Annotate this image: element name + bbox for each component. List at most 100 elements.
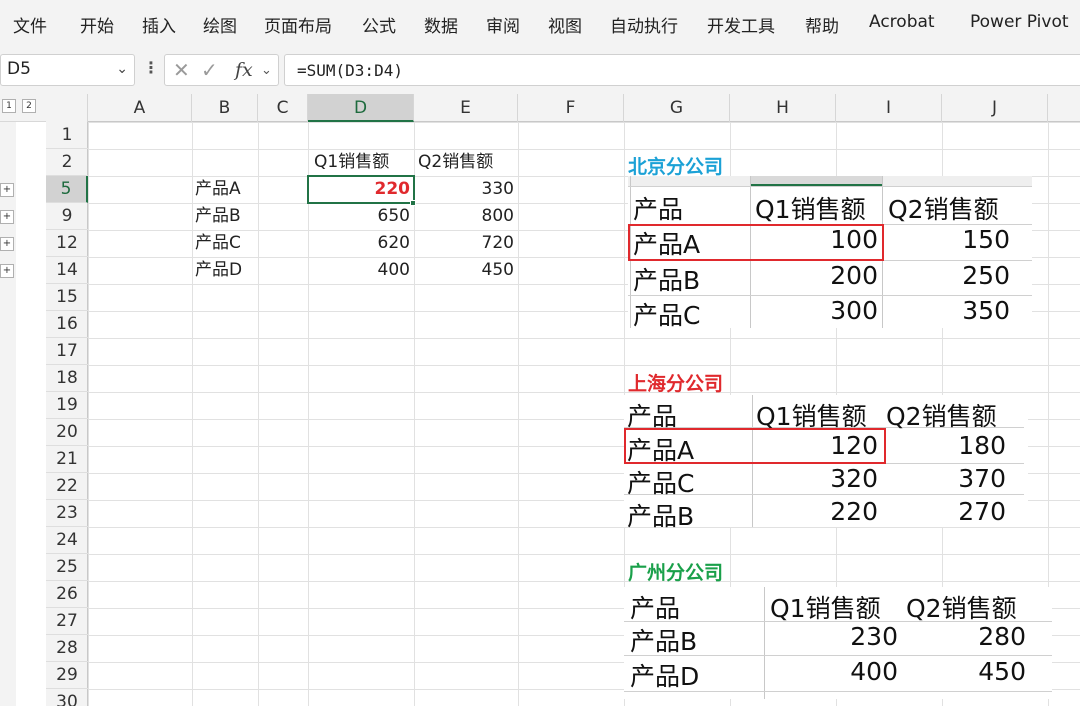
cell-grid[interactable]: Q1销售额 Q2销售额 产品A 220 330 产品B 650 800 产品C …: [88, 122, 1080, 706]
q2-sum-cell[interactable]: 330: [414, 176, 518, 203]
formula-input[interactable]: =SUM(D3:D4): [284, 54, 1080, 86]
q2-sum-cell[interactable]: 720: [414, 230, 518, 257]
column-header[interactable]: J: [942, 94, 1048, 122]
table-cell: 230: [850, 622, 898, 651]
column-header-bar: A B C D E F G H I J: [46, 94, 1080, 122]
select-all-corner[interactable]: [46, 94, 88, 122]
menu-page-layout[interactable]: 页面布局: [264, 12, 332, 37]
expand-group-icon[interactable]: +: [0, 264, 14, 278]
product-cell[interactable]: 产品C: [192, 230, 272, 257]
row-header[interactable]: 19: [46, 392, 88, 419]
fill-handle[interactable]: [410, 200, 416, 206]
column-header[interactable]: G: [624, 94, 730, 122]
product-cell[interactable]: 产品D: [192, 257, 272, 284]
table-cell: 450: [978, 657, 1026, 686]
table-cell: 280: [978, 622, 1026, 651]
row-header[interactable]: 12: [46, 230, 88, 257]
column-header[interactable]: B: [192, 94, 258, 122]
outline-level-2-button[interactable]: 2: [22, 99, 36, 113]
formula-bar: D5 ⌄ ⋮ ✕ ✓ fx ⌄ =SUM(D3:D4): [0, 46, 1080, 94]
outline-level-1-button[interactable]: 1: [2, 99, 16, 113]
menu-automate[interactable]: 自动执行: [610, 12, 678, 37]
menu-draw[interactable]: 绘图: [203, 12, 237, 37]
table-cell: 产品B: [630, 627, 698, 656]
row-header[interactable]: 18: [46, 365, 88, 392]
row-header[interactable]: 9: [46, 203, 88, 230]
pasted-table-shanghai[interactable]: 产品 Q1销售额 Q2销售额 产品A 120 180 产品C 320 370 产…: [624, 395, 1028, 531]
q2-sum-cell[interactable]: 450: [414, 257, 518, 284]
menu-data[interactable]: 数据: [424, 12, 458, 37]
row-header[interactable]: 22: [46, 473, 88, 500]
table-cell: 150: [962, 225, 1010, 254]
expand-group-icon[interactable]: +: [0, 237, 14, 251]
row-header[interactable]: 15: [46, 284, 88, 311]
row-header[interactable]: 23: [46, 500, 88, 527]
cancel-icon[interactable]: ✕: [173, 58, 190, 82]
table-cell: 200: [830, 261, 878, 290]
row-header[interactable]: 21: [46, 446, 88, 473]
table-header: Q2销售额: [906, 594, 1017, 623]
menu-power-pivot[interactable]: Power Pivot: [970, 12, 1069, 32]
row-header[interactable]: 29: [46, 662, 88, 689]
menu-home[interactable]: 开始: [80, 12, 114, 37]
menu-insert[interactable]: 插入: [142, 12, 176, 37]
name-box[interactable]: D5 ⌄: [0, 54, 135, 86]
product-cell[interactable]: 产品A: [192, 176, 272, 203]
row-header[interactable]: 2: [46, 149, 88, 176]
menu-review[interactable]: 审阅: [486, 12, 520, 37]
row-header-active[interactable]: 5: [46, 176, 88, 203]
row-header[interactable]: 30: [46, 689, 88, 706]
q1-sum-cell[interactable]: 400: [308, 257, 414, 284]
branch-title-guangzhou: 广州分公司: [628, 562, 724, 584]
highlight-box: [628, 224, 884, 261]
pasted-table-beijing[interactable]: 产品 Q1销售额 Q2销售额 产品A 100 150 产品B 200 250 产…: [628, 176, 1032, 330]
menu-view[interactable]: 视图: [548, 12, 582, 37]
q1-sum-cell[interactable]: 650: [308, 203, 414, 230]
chevron-down-icon[interactable]: ⌄: [116, 61, 128, 77]
menu-formulas[interactable]: 公式: [362, 12, 396, 37]
table-cell: 400: [850, 657, 898, 686]
row-header[interactable]: 1: [46, 122, 88, 149]
row-header[interactable]: 26: [46, 581, 88, 608]
row-header[interactable]: 20: [46, 419, 88, 446]
ribbon-menu-bar: 文件 开始 插入 绘图 页面布局 公式 数据 审阅 视图 自动执行 开发工具 帮…: [0, 0, 1080, 46]
menu-file[interactable]: 文件: [13, 12, 47, 37]
column-header[interactable]: I: [836, 94, 942, 122]
confirm-icon[interactable]: ✓: [201, 58, 218, 82]
column-header[interactable]: C: [258, 94, 308, 122]
menu-help[interactable]: 帮助: [805, 12, 839, 37]
header-cell-q1[interactable]: Q1销售额: [310, 149, 416, 176]
table-cell: 产品B: [627, 502, 695, 531]
row-header[interactable]: 28: [46, 635, 88, 662]
table-cell: 180: [958, 431, 1006, 460]
column-header[interactable]: H: [730, 94, 836, 122]
q1-sum-cell[interactable]: 620: [308, 230, 414, 257]
column-header[interactable]: F: [518, 94, 624, 122]
expand-group-icon[interactable]: +: [0, 210, 14, 224]
formula-text: =SUM(D3:D4): [297, 61, 403, 80]
expand-group-icon[interactable]: +: [0, 183, 14, 197]
q2-sum-cell[interactable]: 800: [414, 203, 518, 230]
product-cell[interactable]: 产品B: [192, 203, 272, 230]
row-header[interactable]: 16: [46, 311, 88, 338]
insert-function-icon[interactable]: fx: [235, 59, 253, 81]
table-cell: 370: [958, 464, 1006, 493]
name-box-value: D5: [7, 59, 31, 79]
row-header[interactable]: 27: [46, 608, 88, 635]
column-header[interactable]: E: [414, 94, 518, 122]
menu-developer[interactable]: 开发工具: [707, 12, 775, 37]
menu-acrobat[interactable]: Acrobat: [869, 12, 935, 32]
table-header: 产品: [630, 594, 681, 623]
more-options-icon[interactable]: ⋮: [143, 58, 159, 77]
pasted-table-guangzhou[interactable]: 产品 Q1销售额 Q2销售额 产品B 230 280 产品D 400 450: [624, 587, 1052, 699]
column-header[interactable]: A: [88, 94, 192, 122]
row-header[interactable]: 25: [46, 554, 88, 581]
header-cell-q2[interactable]: Q2销售额: [416, 149, 520, 176]
row-header[interactable]: 14: [46, 257, 88, 284]
column-header-active[interactable]: D: [308, 94, 414, 122]
row-header[interactable]: 24: [46, 527, 88, 554]
row-header[interactable]: 17: [46, 338, 88, 365]
table-header: Q1销售额: [770, 594, 881, 623]
table-cell: 320: [830, 464, 878, 493]
chevron-down-icon[interactable]: ⌄: [261, 63, 272, 78]
